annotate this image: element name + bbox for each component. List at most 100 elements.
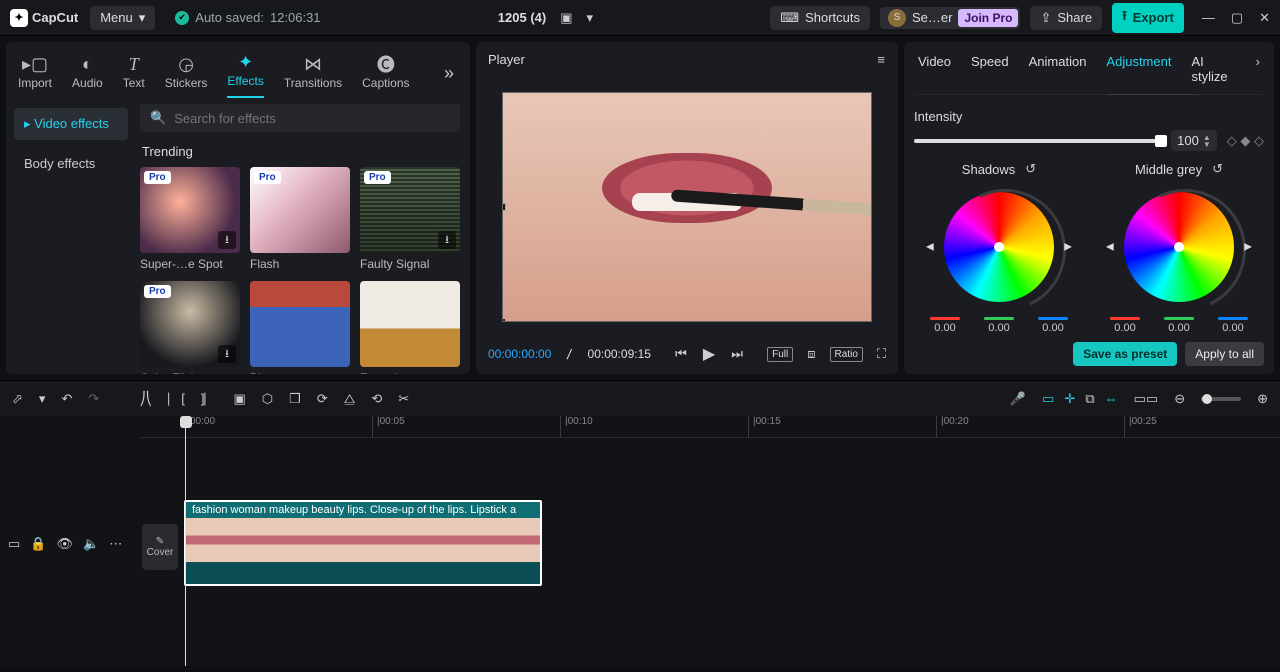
mute-icon[interactable]: 🔈 [83, 536, 99, 552]
close-icon[interactable]: ✕ [1259, 10, 1270, 26]
tab-video[interactable]: Video [918, 54, 951, 84]
preview-frame[interactable] [502, 92, 872, 322]
tab-text[interactable]: TText [123, 50, 145, 98]
chevron-down-icon[interactable]: ▾ [587, 10, 594, 26]
resize-handle[interactable] [502, 203, 506, 211]
luminance-arc[interactable] [1107, 172, 1263, 328]
search-field[interactable] [174, 111, 450, 126]
eye-icon[interactable]: 👁 [56, 536, 73, 552]
account-join-pro[interactable]: S Se…er Join Pro [880, 7, 1020, 29]
apply-all-button[interactable]: Apply to all [1185, 342, 1264, 366]
playhead[interactable] [185, 416, 186, 666]
zoom-out-icon[interactable]: ⊖ [1174, 391, 1185, 407]
split-icon[interactable]: ⎠⎝ [139, 391, 152, 407]
preview-icon[interactable]: ▭▭ [1134, 391, 1159, 407]
export-button[interactable]: ⭱ Export [1112, 3, 1184, 33]
rotate-icon[interactable]: ⟲ [371, 391, 382, 407]
slider-knob[interactable] [1202, 394, 1212, 404]
speed-icon[interactable]: ⟳ [317, 391, 328, 407]
redo-icon[interactable]: ↷ [88, 391, 99, 407]
download-icon[interactable]: ⭳ [218, 231, 236, 249]
effect-card[interactable]: Pro⭳Color Flicker [140, 281, 240, 374]
timeline-clip[interactable]: fashion woman makeup beauty lips. Close-… [184, 500, 542, 586]
tab-speed[interactable]: Speed [971, 54, 1009, 84]
lock-icon[interactable]: 🔒 [30, 536, 46, 552]
mirror-icon[interactable]: ⧋ [344, 391, 356, 407]
chevron-down-icon[interactable]: ▾ [39, 391, 46, 407]
shortcuts-button[interactable]: ⌨ Shortcuts [770, 6, 870, 30]
track-options-icon[interactable]: ▭ [8, 536, 20, 552]
share-button[interactable]: ⇪ Share [1030, 6, 1102, 30]
effect-card[interactable]: Pro⭳Faulty Signal [360, 167, 460, 271]
duplicate-icon[interactable]: ❐ [289, 391, 301, 407]
magnet-icon[interactable]: ▭ [1042, 391, 1054, 407]
arrow-left-icon[interactable]: ◀ [926, 242, 934, 253]
tabs-more-icon[interactable]: » [444, 63, 458, 84]
maximize-icon[interactable]: ▢ [1231, 10, 1243, 26]
crop2-icon[interactable]: ✂ [398, 391, 409, 407]
effect-card[interactable]: Zoom Lens [360, 281, 460, 374]
effect-card[interactable]: Blur [250, 281, 350, 374]
timeline-ruler[interactable]: 00:00 |00:05 |00:10 |00:15 |00:20 |00:25 [140, 416, 1280, 438]
sidebar-item-video-effects[interactable]: ▸ Video effects [14, 108, 128, 140]
undo-icon[interactable]: ↶ [61, 391, 72, 407]
effect-card[interactable]: Pro⭳Super-…e Spot [140, 167, 240, 271]
subtab-color-wheel[interactable]: Color wheel [1104, 94, 1201, 95]
resize-handle[interactable] [502, 318, 506, 322]
layout-icon[interactable]: ▣ [560, 10, 572, 26]
reset-icon[interactable]: ↺ [1212, 161, 1223, 177]
marker-icon[interactable]: ⬡ [262, 391, 273, 407]
snap-icon[interactable]: ✛ [1064, 391, 1075, 407]
subtab-basic[interactable]: Basic [914, 94, 974, 95]
player-menu-icon[interactable]: ≡ [877, 52, 886, 67]
link-icon[interactable]: ⧉ [1085, 391, 1094, 407]
menu-button[interactable]: Menu ▾ [90, 6, 155, 30]
scan-icon[interactable]: ⧈ [807, 346, 815, 362]
tab-animation[interactable]: Animation [1029, 54, 1087, 84]
crop-icon[interactable]: ▣ [234, 391, 246, 407]
tab-import[interactable]: ▸▢Import [18, 50, 52, 98]
tab-audio[interactable]: ◐Audio [72, 50, 103, 98]
timeline[interactable]: 00:00 |00:05 |00:10 |00:15 |00:20 |00:25… [0, 416, 1280, 666]
prev-frame-icon[interactable]: ⏮ [675, 346, 687, 362]
search-input[interactable]: 🔍 [140, 104, 460, 132]
preview-viewport[interactable] [476, 77, 898, 336]
save-preset-button[interactable]: Save as preset [1073, 342, 1177, 366]
sidebar-item-body-effects[interactable]: Body effects [14, 148, 128, 179]
download-icon[interactable]: ⭳ [218, 345, 236, 363]
minimize-icon[interactable]: ― [1202, 10, 1215, 26]
full-button[interactable]: Full [767, 347, 793, 362]
next-frame-icon[interactable]: ⏭ [731, 346, 743, 362]
arrow-left-icon[interactable]: ◀ [1106, 242, 1114, 253]
intensity-value[interactable]: 100 ▲▼ [1171, 130, 1217, 151]
arrow-right-icon[interactable]: ▶ [1244, 242, 1252, 253]
ratio-button[interactable]: Ratio [830, 347, 863, 362]
subtab-curves[interactable]: Curves [1035, 94, 1104, 95]
trim-left-icon[interactable]: ⎸[ [168, 391, 185, 407]
slider-knob[interactable] [1155, 135, 1167, 147]
cover-button[interactable]: ✎ Cover [142, 524, 178, 570]
mic-icon[interactable]: 🎤 [1010, 391, 1026, 407]
intensity-slider[interactable] [914, 139, 1161, 143]
zoom-slider[interactable] [1201, 397, 1241, 401]
subtab-hsl[interactable]: HSL [978, 94, 1031, 95]
play-icon[interactable]: ▶ [703, 344, 715, 364]
keyframe-controls[interactable]: ◇ ◆ ◇ [1227, 133, 1264, 149]
tab-captions[interactable]: 🅒Captions [362, 50, 409, 98]
more-icon[interactable]: ⋯ [109, 536, 122, 552]
effect-card[interactable]: ProFlash [250, 167, 350, 271]
zoom-in-icon[interactable]: ⊕ [1257, 391, 1268, 407]
tab-stickers[interactable]: ◶Stickers [165, 50, 208, 98]
download-icon[interactable]: ⭳ [438, 231, 456, 249]
subtab-mask[interactable]: Mask [1205, 94, 1264, 95]
trim-right-icon[interactable]: ]⎸ [201, 391, 218, 407]
tab-ai-stylize[interactable]: AI stylize [1191, 54, 1235, 84]
cursor-tool-icon[interactable]: ⬀ [12, 391, 23, 407]
fullscreen-icon[interactable]: ⛶ [877, 346, 886, 362]
arrow-right-icon[interactable]: ▶ [1064, 242, 1072, 253]
align-icon[interactable]: ⇔ [1105, 391, 1118, 406]
tabs-more-icon[interactable]: › [1256, 54, 1260, 84]
reset-icon[interactable]: ↺ [1025, 161, 1036, 177]
stepper-icon[interactable]: ▲▼ [1203, 134, 1211, 148]
tab-adjustment[interactable]: Adjustment [1106, 54, 1171, 84]
